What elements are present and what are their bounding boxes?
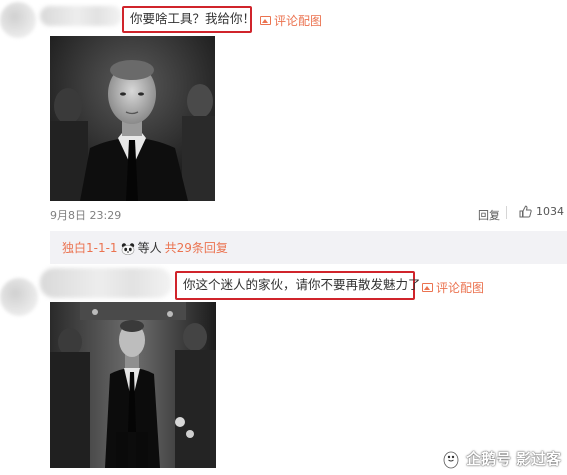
username-blurred[interactable]	[40, 268, 172, 298]
reply-others-text: 等人	[137, 241, 162, 255]
comment-text-highlight: 你这个迷人的家伙，请你不要再散发魅力了	[175, 271, 421, 300]
reply-author-link[interactable]: 独白1-1-1	[62, 239, 118, 256]
view-comment-image-link[interactable]: 评论配图	[260, 12, 322, 29]
like-button[interactable]: 1034	[519, 205, 564, 218]
user-avatar[interactable]	[0, 278, 38, 316]
username-blurred[interactable]	[40, 6, 122, 26]
comment-text: 你这个迷人的家伙，请你不要再散发魅力了	[183, 277, 421, 293]
comment-timestamp: 9月8日 23:29	[50, 209, 122, 222]
replies-summary[interactable]: 独白1-1-1 等人 共29条回复	[50, 231, 567, 264]
panda-icon	[121, 242, 134, 255]
separator	[506, 206, 507, 219]
picture-icon	[260, 16, 271, 25]
picture-icon	[422, 283, 433, 292]
comment-image[interactable]	[50, 36, 215, 201]
comment-text-highlight: 你要啥工具？我给你！	[122, 6, 256, 33]
watermark-platform: 企鹅号	[465, 450, 511, 468]
man-in-suit-photo	[50, 36, 215, 201]
like-count: 1034	[536, 205, 564, 218]
reply-button[interactable]: 回复	[478, 207, 500, 223]
man-in-suit-photo	[50, 302, 216, 468]
penguin-logo-icon	[443, 451, 459, 468]
watermark-author: 影过客	[515, 450, 561, 468]
thumbs-up-icon	[519, 205, 532, 218]
view-comment-image-label: 评论配图	[274, 14, 323, 28]
watermark: 企鹅号 影过客	[441, 448, 561, 469]
comment-text: 你要啥工具？我给你！	[130, 11, 256, 27]
user-avatar[interactable]	[0, 2, 36, 38]
reply-count-link[interactable]: 共29条回复	[165, 239, 228, 256]
comment-image[interactable]	[50, 302, 216, 468]
view-comment-image-label: 评论配图	[436, 281, 485, 295]
view-comment-image-link[interactable]: 评论配图	[422, 279, 484, 296]
